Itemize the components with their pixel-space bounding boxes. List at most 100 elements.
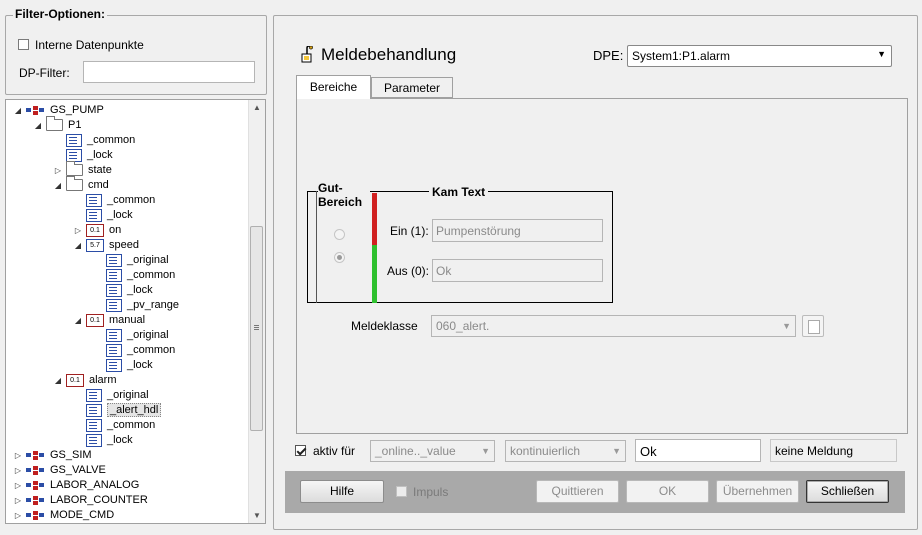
chevron-down-icon: ▼ [877,49,886,59]
tree-node-label: GS_PUMP [50,104,104,116]
tree-node[interactable]: _original [73,388,149,403]
tree-node[interactable]: ▷ GS_SIM [13,448,92,463]
tree-node[interactable]: _original [93,328,169,343]
collapse-arrow-icon[interactable]: ◢ [73,313,83,328]
tree-node[interactable]: _common [93,343,175,358]
config-icon [86,208,102,222]
tree-node[interactable]: _alert_hdl [73,403,162,418]
config-icon [66,148,82,162]
tab-bereiche[interactable]: Bereiche [296,75,371,99]
aus-text-input[interactable]: Ok [432,259,603,282]
folder-icon [66,176,83,192]
tree-node[interactable]: ◢ P1 [33,116,81,133]
expand-arrow-icon[interactable]: ▷ [53,163,63,178]
expand-arrow-icon[interactable]: ▷ [13,463,23,478]
continuity-select[interactable]: kontinuierlich ▼ [505,440,626,462]
collapse-arrow-icon[interactable]: ◢ [13,103,23,118]
tree-node-label: GS_VALVE [50,464,106,476]
tab-parameter[interactable]: Parameter [371,77,453,98]
meldeklasse-value: 060_alert. [436,319,490,333]
tree-node[interactable]: _lock [93,283,153,298]
tree-node[interactable]: ◢ 0.1 manual [73,313,145,328]
tree-node[interactable]: _lock [73,208,133,223]
folder-icon [66,161,83,177]
ok-button[interactable]: OK [626,480,709,503]
expand-arrow-icon[interactable]: ▷ [13,508,23,523]
datapoint-type-icon [26,495,45,505]
tree-node-label: _original [107,389,149,401]
collapse-arrow-icon[interactable]: ◢ [73,238,83,253]
tree-node[interactable]: ◢ GS_PUMP [13,103,104,118]
bool-icon: 0.1 [66,373,84,387]
close-button[interactable]: Schließen [806,480,889,503]
datapoint-tree[interactable]: ◢ GS_PUMP ◢ P1 _common _lock ▷ state ◢ cmd _common… [5,99,266,524]
tree-node-label: _common [107,419,156,431]
tree-node[interactable]: _lock [73,433,133,448]
config-icon [86,418,102,432]
aktiv-fuer-label: aktiv für [313,444,356,458]
intern-datapoints-checkbox[interactable] [18,39,29,50]
tree-node[interactable]: _common [53,133,135,148]
online-value-select[interactable]: _online.._value ▼ [370,440,495,462]
expand-arrow-icon[interactable]: ▷ [13,493,23,508]
tree-node[interactable]: ◢ 5.7 speed [73,238,139,253]
ein-text-input[interactable]: Pumpenstörung [432,219,603,242]
tab-parameter-label: Parameter [383,81,441,95]
impuls-checkbox[interactable] [396,486,407,497]
apply-button[interactable]: Übernehmen [716,480,799,503]
tree-node[interactable]: ▷ LABOR_ANALOG [13,478,139,493]
dp-filter-input[interactable] [83,61,255,83]
tree-node[interactable]: ▷ 0.1 on [73,223,121,238]
ein-label: Ein (1): [390,224,429,238]
tree-node-label: _original [127,329,169,341]
tree-node[interactable]: ◢ 0.1 alarm [53,373,117,388]
expand-arrow-icon[interactable]: ▷ [13,478,23,493]
expand-arrow-icon[interactable]: ▷ [13,448,23,463]
tree-node[interactable]: _original [93,253,169,268]
state-text-value: Ok [640,444,657,459]
tree-node[interactable]: _pv_range [93,298,179,313]
tree-node[interactable]: ▷ state [53,161,112,178]
chevron-down-icon: ▼ [612,446,621,456]
collapse-arrow-icon[interactable]: ◢ [53,373,63,388]
tree-node[interactable]: ▷ GS_VALVE [13,463,106,478]
tree-node-label: LABOR_ANALOG [50,479,140,491]
ein-text-value: Pumpenstörung [436,224,521,238]
tree-node[interactable]: _common [73,418,155,433]
tree-node[interactable]: ▷ MODE_CMD [13,508,114,523]
bool-icon: 0.1 [86,313,104,327]
tab-bereiche-label: Bereiche [309,80,358,94]
collapse-arrow-icon[interactable]: ◢ [53,178,63,193]
alert-class-browse-button[interactable] [802,315,824,337]
scroll-thumb[interactable] [250,226,263,431]
range-ein-radio[interactable] [334,229,345,240]
scroll-up-arrow[interactable]: ▲ [253,103,261,112]
expand-arrow-icon[interactable]: ▷ [73,223,83,238]
dpe-select[interactable]: System1:P1.alarm ▼ [627,45,892,67]
state-text-field[interactable]: Ok [635,439,761,462]
aktiv-fuer-checkbox[interactable] [295,445,306,456]
tree-node[interactable]: _common [93,268,175,283]
bool-icon: 0.1 [86,223,104,237]
collapse-arrow-icon[interactable]: ◢ [33,118,43,133]
tree-node-label: _pv_range [127,299,179,311]
tree-node-label: manual [109,314,146,326]
meldeklasse-select[interactable]: 060_alert. ▼ [431,315,796,337]
tree-node[interactable]: ▷ LABOR_COUNTER [13,493,148,508]
float-icon: 5.7 [86,238,104,252]
dpe-select-value: System1:P1.alarm [632,49,731,63]
help-button[interactable]: Hilfe [300,480,384,503]
range-aus-radio[interactable] [334,252,345,263]
tree-vertical-scrollbar[interactable]: ▲ ▼ [248,100,265,523]
tree-node[interactable]: _lock [53,148,113,163]
tree-node[interactable]: _common [73,193,155,208]
tree-node[interactable]: _lock [93,358,153,373]
acknowledge-button[interactable]: Quittieren [536,480,619,503]
tree-node[interactable]: ◢ cmd [53,176,109,193]
scroll-down-arrow[interactable]: ▼ [253,511,261,520]
kam-text-header: Kam Text [429,185,489,199]
filter-options-legend: Filter-Optionen: [13,7,107,21]
datapoint-type-icon [26,480,45,490]
config-icon [106,268,122,282]
datapoint-type-icon [26,510,45,520]
